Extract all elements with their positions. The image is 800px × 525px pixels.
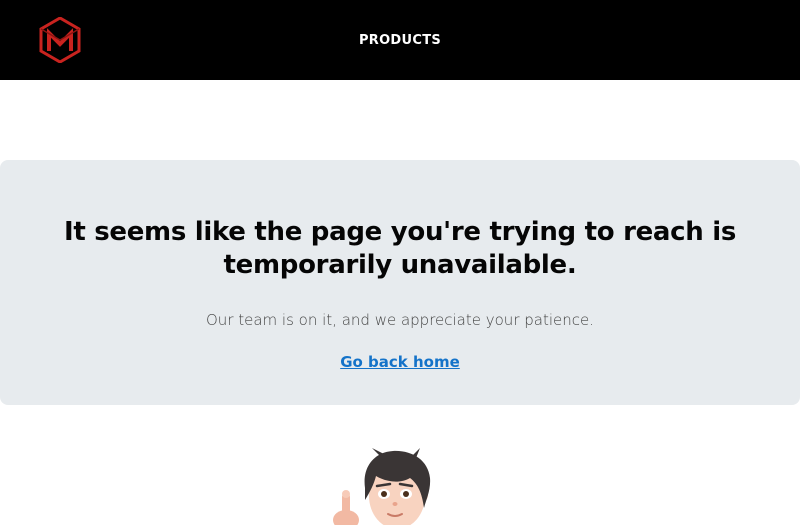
- error-subtext: Our team is on it, and we appreciate you…: [206, 311, 594, 329]
- nav-products-link[interactable]: PRODUCTS: [0, 0, 800, 80]
- go-back-home-link[interactable]: Go back home: [340, 353, 460, 371]
- cartoon-boy-pointing-illustration-icon: [320, 448, 450, 525]
- home-link-container: Go back home: [0, 352, 800, 371]
- error-headline: It seems like the page you're trying to …: [63, 217, 737, 280]
- site-header: PRODUCTS: [0, 0, 800, 80]
